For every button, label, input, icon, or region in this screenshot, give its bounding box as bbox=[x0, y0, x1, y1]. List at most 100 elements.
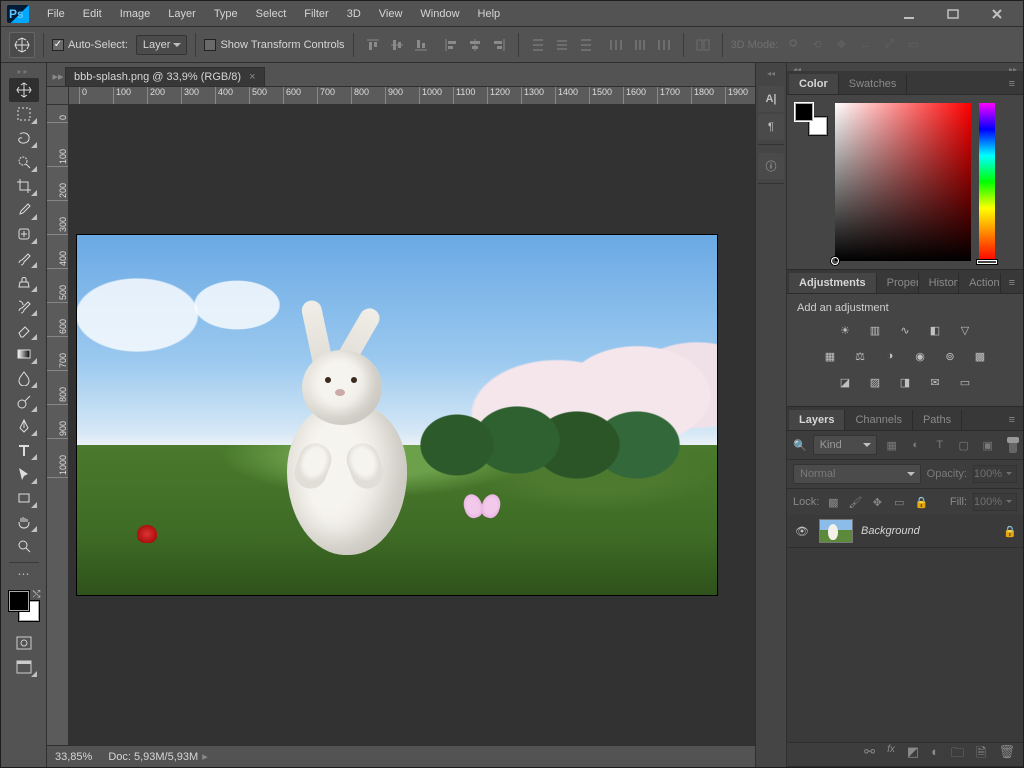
window-minimize-button[interactable] bbox=[895, 5, 923, 23]
brightness-contrast-button[interactable]: ☀ bbox=[835, 320, 855, 340]
posterize-button[interactable]: ▨ bbox=[865, 372, 885, 392]
auto-align-button[interactable] bbox=[692, 34, 714, 56]
distribute-left-button[interactable] bbox=[605, 34, 627, 56]
color-field[interactable] bbox=[835, 103, 971, 261]
menu-file[interactable]: File bbox=[39, 5, 73, 23]
layers-new-button[interactable]: 🗎 bbox=[976, 744, 986, 766]
align-left-edges-button[interactable] bbox=[440, 34, 462, 56]
black-white-button[interactable]: ◑ bbox=[880, 346, 900, 366]
expand-grip-icon[interactable]: ▸▸ bbox=[1009, 65, 1017, 69]
distribute-right-button[interactable] bbox=[653, 34, 675, 56]
hue-slider[interactable] bbox=[979, 103, 995, 261]
tab-actions[interactable]: Actions bbox=[959, 273, 1001, 293]
lock-brush-button[interactable]: 🖌 bbox=[847, 494, 863, 510]
layer-thumbnail[interactable] bbox=[819, 519, 853, 543]
foreground-color-well[interactable] bbox=[795, 103, 813, 121]
collapse-grip-icon[interactable]: ◂◂ bbox=[767, 69, 775, 78]
vibrance-button[interactable]: ▽ bbox=[955, 320, 975, 340]
3d-orbit-icon[interactable]: 🞉 bbox=[784, 36, 802, 54]
crop-tool[interactable] bbox=[9, 174, 39, 198]
tab-layers[interactable]: Layers bbox=[789, 410, 845, 430]
align-hcenters-button[interactable] bbox=[464, 34, 486, 56]
canvas[interactable] bbox=[77, 235, 717, 595]
panel-menu-icon[interactable]: ≡ bbox=[1001, 273, 1023, 293]
path-select-tool[interactable] bbox=[9, 462, 39, 486]
collapse-grip-icon[interactable]: ◂◂ bbox=[793, 65, 801, 69]
screen-mode-button[interactable] bbox=[9, 655, 39, 679]
shape-tool[interactable] bbox=[9, 486, 39, 510]
tab-history[interactable]: History bbox=[919, 273, 959, 293]
layers-group-button[interactable]: 🗀 bbox=[951, 744, 964, 766]
hand-tool[interactable] bbox=[9, 510, 39, 534]
layers-delete-button[interactable]: 🗑 bbox=[998, 744, 1015, 766]
align-top-edges-button[interactable] bbox=[362, 34, 384, 56]
gradient-map-button[interactable]: ▭ bbox=[955, 372, 975, 392]
tab-adjustments[interactable]: Adjustments bbox=[789, 273, 877, 293]
menu-type[interactable]: Type bbox=[206, 5, 246, 23]
foreground-color-well[interactable] bbox=[9, 591, 29, 611]
align-bottom-edges-button[interactable] bbox=[410, 34, 432, 56]
layer-filter-kind-dropdown[interactable]: Kind bbox=[813, 435, 877, 455]
filter-type-button[interactable]: T bbox=[931, 436, 949, 454]
info-panel-button[interactable]: ⓘ bbox=[758, 153, 784, 179]
invert-button[interactable]: ◪ bbox=[835, 372, 855, 392]
distribute-vcenter-button[interactable] bbox=[551, 34, 573, 56]
history-brush-tool[interactable] bbox=[9, 294, 39, 318]
lasso-tool[interactable] bbox=[9, 126, 39, 150]
selective-color-button[interactable]: ✉ bbox=[925, 372, 945, 392]
ruler-vertical[interactable]: 01002003004005006007008009001000 bbox=[47, 105, 69, 745]
menu-image[interactable]: Image bbox=[112, 5, 159, 23]
auto-select-checkbox[interactable]: Auto-Select: bbox=[52, 39, 128, 51]
3d-zoom-icon[interactable]: ⤢ bbox=[880, 36, 898, 54]
hue-saturation-button[interactable]: ▦ bbox=[820, 346, 840, 366]
layer-filter-toggle[interactable] bbox=[1009, 437, 1017, 453]
menu-3d[interactable]: 3D bbox=[339, 5, 369, 23]
menu-select[interactable]: Select bbox=[248, 5, 295, 23]
character-panel-button[interactable]: A| bbox=[758, 86, 784, 112]
channel-mixer-button[interactable]: ⊚ bbox=[940, 346, 960, 366]
eraser-tool[interactable] bbox=[9, 318, 39, 342]
layer-visibility-toggle[interactable]: 👁 bbox=[793, 525, 811, 538]
zoom-tool[interactable] bbox=[9, 534, 39, 558]
panel-grip-icon[interactable]: ▸▸ bbox=[17, 67, 29, 76]
gradient-tool[interactable] bbox=[9, 342, 39, 366]
3d-scale-icon[interactable]: ▭ bbox=[904, 36, 922, 54]
layer-list[interactable]: 👁Background🔒 bbox=[787, 515, 1023, 742]
zoom-status[interactable]: 33,85% bbox=[55, 751, 92, 763]
fill-field[interactable]: 100% bbox=[973, 493, 1017, 511]
swap-colors-icon[interactable]: ⤭ bbox=[33, 589, 41, 600]
brush-tool[interactable] bbox=[9, 246, 39, 270]
eyedropper-tool[interactable] bbox=[9, 198, 39, 222]
blur-tool[interactable] bbox=[9, 366, 39, 390]
layers-link-button[interactable]: ⚯ bbox=[864, 744, 875, 766]
exposure-button[interactable]: ◧ bbox=[925, 320, 945, 340]
document-tab[interactable]: bbb-splash.png @ 33,9% (RGB/8) × bbox=[65, 67, 265, 86]
healing-brush-tool[interactable] bbox=[9, 222, 39, 246]
3d-roll-icon[interactable]: ⟲ bbox=[808, 36, 826, 54]
canvas-viewport[interactable] bbox=[69, 105, 755, 745]
tab-channels[interactable]: Channels bbox=[845, 410, 912, 430]
filter-shape-button[interactable]: ▢ bbox=[955, 436, 973, 454]
layers-fx-button[interactable]: fx bbox=[887, 744, 895, 766]
tab-paths[interactable]: Paths bbox=[913, 410, 962, 430]
paragraph-panel-button[interactable]: ¶ bbox=[758, 114, 784, 140]
marquee-tool[interactable] bbox=[9, 102, 39, 126]
doc-size-status[interactable]: Doc: 5,93M/5,93M▸ bbox=[108, 750, 207, 763]
menu-layer[interactable]: Layer bbox=[160, 5, 204, 23]
tab-color[interactable]: Color bbox=[789, 74, 839, 94]
distribute-top-button[interactable] bbox=[527, 34, 549, 56]
align-vcenters-button[interactable] bbox=[386, 34, 408, 56]
color-lookup-button[interactable]: ▩ bbox=[970, 346, 990, 366]
threshold-button[interactable]: ◨ bbox=[895, 372, 915, 392]
distribute-hcenter-button[interactable] bbox=[629, 34, 651, 56]
ruler-origin[interactable] bbox=[47, 87, 69, 105]
window-maximize-button[interactable] bbox=[939, 5, 967, 23]
menu-help[interactable]: Help bbox=[470, 5, 509, 23]
distribute-bottom-button[interactable] bbox=[575, 34, 597, 56]
menu-view[interactable]: View bbox=[371, 5, 411, 23]
auto-select-scope-dropdown[interactable]: Layer bbox=[136, 35, 188, 55]
photo-filter-button[interactable]: ◉ bbox=[910, 346, 930, 366]
lock-pixels-button[interactable]: ▩ bbox=[825, 494, 841, 510]
tool-strip-more-icon[interactable]: ⋯ bbox=[18, 567, 30, 581]
current-tool-icon[interactable] bbox=[9, 32, 35, 58]
